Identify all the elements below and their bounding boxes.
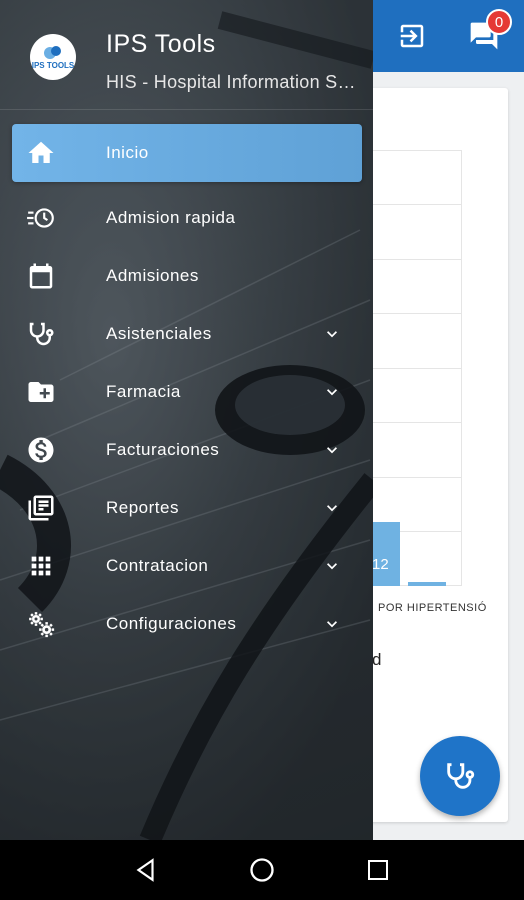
bar-value-label: 12 (372, 556, 389, 573)
dollar-icon (26, 435, 56, 465)
menu-item-admision-rapida[interactable]: Admision rapida (0, 190, 373, 246)
grid-line (360, 150, 462, 151)
history-clock-icon (26, 203, 56, 233)
back-triangle-icon (136, 858, 154, 882)
menu-item-label: Contratacion (106, 556, 209, 575)
folder-plus-icon (26, 377, 56, 407)
menu-item-label: Reportes (106, 498, 179, 517)
menu-item-configuraciones[interactable]: Configuraciones (0, 596, 373, 652)
grid-line (360, 477, 462, 478)
grid-line (360, 204, 462, 205)
chevron-down-icon (327, 621, 337, 628)
notification-badge: 0 (486, 9, 512, 35)
menu-item-admisiones[interactable]: Admisiones (0, 248, 373, 304)
grid-line (360, 368, 462, 369)
logout-button[interactable] (392, 16, 432, 56)
menu-item-reportes[interactable]: Reportes (0, 480, 373, 536)
grid-icon (26, 551, 56, 581)
gears-icon (26, 609, 56, 639)
chevron-down-icon (327, 389, 337, 396)
card-partial-text: d (372, 650, 382, 669)
chevron-down-icon (327, 447, 337, 454)
report-icon (26, 493, 56, 523)
chevron-down-icon (327, 563, 337, 570)
category-label: POR HIPERTENSIÓ (378, 602, 487, 614)
app-subtitle: HIS - Hospital Information System (106, 72, 356, 92)
menu-item-farmacia[interactable]: Farmacia (0, 364, 373, 420)
menu-item-label: Admision rapida (106, 208, 236, 227)
navigation-drawer: IPS TOOLS IPS Tools HIS - Hospital Infor… (0, 0, 373, 840)
home-button[interactable] (246, 854, 278, 886)
menu-item-label: Farmacia (106, 382, 181, 401)
chart-bar (408, 582, 446, 586)
app-logo: IPS TOOLS (30, 34, 76, 80)
menu-item-label: Facturaciones (106, 440, 220, 459)
stethoscope-icon (26, 319, 56, 349)
recents-square-icon (368, 860, 388, 880)
app-title: IPS Tools (106, 30, 216, 58)
menu-item-facturaciones[interactable]: Facturaciones (0, 422, 373, 478)
grid-line (360, 313, 462, 314)
drawer-header: IPS TOOLS IPS Tools HIS - Hospital Infor… (0, 0, 373, 110)
logo-text: IPS TOOLS (31, 60, 75, 70)
calendar-icon (26, 261, 56, 291)
home-circle-icon (250, 858, 274, 882)
menu-item-label: Inicio (106, 143, 149, 162)
android-navigation-bar (0, 840, 524, 900)
grid-line (360, 259, 462, 260)
back-button[interactable] (130, 854, 162, 886)
grid-line (360, 422, 462, 423)
logo-mark-icon (44, 45, 61, 59)
menu-item-inicio[interactable]: Inicio (12, 124, 362, 182)
fab-button[interactable] (420, 736, 500, 816)
logout-icon (400, 24, 424, 48)
chevron-down-icon (327, 331, 337, 338)
recents-button[interactable] (362, 854, 394, 886)
menu-item-label: Configuraciones (106, 614, 237, 633)
home-icon (26, 138, 56, 168)
stethoscope-icon (447, 763, 475, 789)
menu-item-label: Admisiones (106, 266, 199, 285)
menu-item-label: Asistenciales (106, 324, 212, 343)
chevron-down-icon (327, 505, 337, 512)
menu-item-asistenciales[interactable]: Asistenciales (0, 306, 373, 362)
chart-area (360, 150, 462, 586)
menu-item-contratacion[interactable]: Contratacion (0, 538, 373, 594)
